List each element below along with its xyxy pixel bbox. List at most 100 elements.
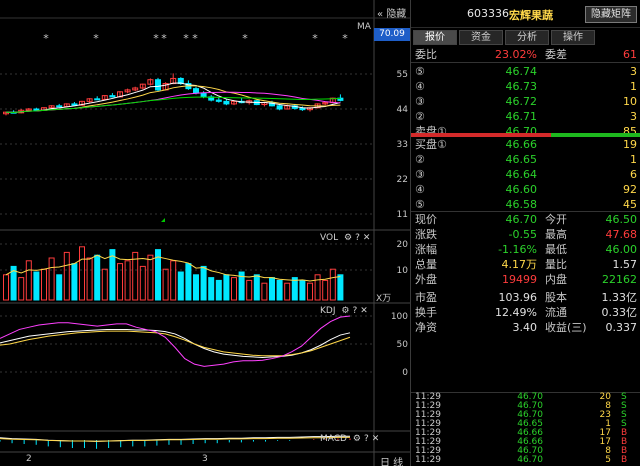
- volume-bar: [299, 279, 306, 301]
- sell-order-row: ③ 46.72 10: [411, 94, 640, 109]
- stat-row: 涨跌 -0.55 最高 47.68: [411, 227, 640, 242]
- candle-body: [200, 92, 207, 98]
- stat-row: 外盘 19499 内盘 22162: [411, 272, 640, 287]
- help-icon[interactable]: ?: [364, 434, 369, 444]
- vol-label: VOL: [320, 233, 339, 243]
- volume-bar: [261, 282, 268, 301]
- close-icon[interactable]: ✕: [360, 306, 368, 316]
- stat-row-cell: 46.00: [605, 243, 638, 256]
- sell-order-row: ⑤ 46.74 3: [411, 64, 640, 79]
- stat-row-cell: 内盘: [545, 273, 567, 286]
- candle-body: [109, 95, 116, 98]
- low-marker: [161, 218, 165, 222]
- stat-row-cell: 12.49%: [495, 306, 537, 319]
- stat-row-cell: 47.68: [605, 228, 638, 241]
- kdj-axis-tick: 100: [390, 312, 408, 322]
- event-marker: *: [312, 32, 318, 45]
- stat-row-cell: 股本: [545, 291, 567, 304]
- volume-bar: [25, 260, 32, 301]
- volume-bar: [177, 271, 184, 301]
- stock-name: 宏辉果蔬: [509, 9, 553, 22]
- stock-code: 603336: [467, 7, 509, 20]
- gear-icon[interactable]: ⚙: [353, 434, 361, 444]
- buy-order-row-cell: 6: [630, 168, 637, 181]
- x-axis-label: 2: [26, 454, 32, 464]
- volume-bar: [86, 257, 93, 301]
- volume-bar: [117, 263, 123, 301]
- sell-order-row-cell: ④: [415, 80, 425, 93]
- volume-bar: [48, 257, 55, 301]
- tick-row-cell: 5: [605, 455, 611, 465]
- volume-bar: [147, 254, 154, 301]
- kdj-axis-tick: 0: [402, 368, 408, 378]
- volume-bar: [139, 265, 146, 301]
- macd-label: MACD: [320, 434, 347, 444]
- sell-order-row-cell: 46.73: [505, 80, 538, 93]
- volume-bar: [322, 279, 329, 301]
- volume-bar: [253, 274, 260, 301]
- volume-bar: [200, 265, 207, 301]
- price-axis-tick: 22: [396, 175, 408, 185]
- volume-bar: [33, 271, 40, 301]
- candle-body: [155, 79, 161, 91]
- help-icon[interactable]: ?: [352, 306, 357, 316]
- volume-bar: [56, 274, 63, 301]
- volume-bar: [79, 246, 85, 301]
- volume-bar: [314, 274, 321, 301]
- price-axis-tick: 11: [396, 210, 408, 220]
- stat-row-cell: 最高: [545, 228, 567, 241]
- buy-order-row-cell: ④: [415, 183, 425, 196]
- help-icon[interactable]: ?: [355, 233, 360, 243]
- buy-order-row: 买盘① 46.66 19: [411, 137, 640, 152]
- price-axis-tick: 44: [396, 105, 408, 115]
- volume-bar: [276, 279, 283, 301]
- ma-label: MA: [357, 22, 371, 32]
- volume-bar: [185, 263, 192, 301]
- x-axis-label: 3: [202, 454, 208, 464]
- stat-row-cell: 46.70: [505, 213, 538, 226]
- buy-order-row-cell: 46.60: [505, 183, 538, 196]
- event-marker: *: [242, 32, 248, 45]
- volume-bar: [41, 268, 47, 301]
- volume-bar: [231, 277, 237, 301]
- event-marker: *: [43, 32, 49, 45]
- stat-row-cell: 外盘: [415, 273, 437, 286]
- tab-analysis[interactable]: 分析: [505, 30, 549, 45]
- hide-matrix-button[interactable]: 隐藏矩阵: [585, 6, 637, 23]
- volume-bar: [71, 263, 78, 301]
- kdj-j-line: [0, 315, 351, 367]
- buy-order-row: ⑤ 46.58 45: [411, 197, 640, 212]
- price-axis-tick: 55: [396, 70, 408, 80]
- period-selector[interactable]: 日 线: [380, 454, 403, 466]
- tab-operate[interactable]: 操作: [551, 30, 595, 45]
- gear-icon[interactable]: ⚙: [341, 306, 349, 316]
- tab-quote[interactable]: 报价: [413, 30, 457, 45]
- volume-bar: [109, 249, 116, 301]
- stat-row-cell: 1.57: [612, 258, 638, 271]
- stat-row-cell: 涨跌: [415, 228, 437, 241]
- sell-order-row-cell: ③: [415, 95, 425, 108]
- kdj-d-line: [0, 330, 351, 357]
- kline-chart-area[interactable]: * * * * * * * * * « 隐藏 MA 70.09 55 44 33 22 11 V…: [0, 0, 410, 466]
- stock-title-bar: 603336 宏辉果蔬 隐藏矩阵: [411, 0, 640, 28]
- close-icon[interactable]: ✕: [372, 434, 380, 444]
- sell-order-row-cell: 46.72: [505, 95, 538, 108]
- buy-order-row-cell: 92: [623, 183, 637, 196]
- vol-indicator-header: VOL ⚙? ✕: [320, 233, 373, 243]
- tab-funds[interactable]: 资金: [459, 30, 503, 45]
- webi-value: 23.02%: [495, 48, 537, 61]
- stat-row-cell: 19499: [502, 273, 537, 286]
- weicha-label: 委差: [545, 48, 567, 61]
- hide-toggle[interactable]: « 隐藏: [377, 5, 406, 20]
- sell-order-row-cell: 46.74: [505, 65, 538, 78]
- close-icon[interactable]: ✕: [363, 233, 371, 243]
- event-marker: *: [183, 32, 189, 45]
- volume-bar: [284, 282, 291, 301]
- gear-icon[interactable]: ⚙: [344, 233, 352, 243]
- sell-order-row-cell: 10: [623, 95, 637, 108]
- stat-row-cell: 22162: [602, 273, 637, 286]
- stat-row: 市盈 103.96 股本 1.33亿: [411, 290, 640, 305]
- candle-body: [276, 105, 283, 110]
- tick-row-cell: 11:29: [415, 455, 441, 465]
- buy-order-row-cell: 46.58: [505, 198, 538, 211]
